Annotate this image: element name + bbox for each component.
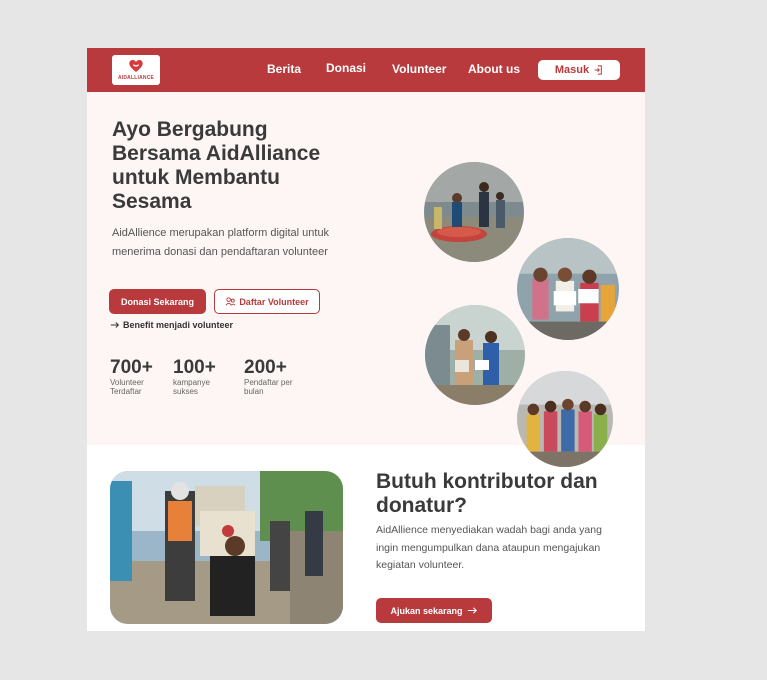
volunteers-carrying-boxes-photo (110, 471, 343, 624)
donate-now-button[interactable]: Donasi Sekarang (109, 289, 206, 314)
landing-page: AIDALLIANCE Berita Donasi Volunteer Abou… (87, 48, 645, 631)
arrow-right-icon (110, 322, 120, 328)
stat-label: Volunteer Terdaftar (110, 378, 144, 396)
stat-campaigns: 100+ kampanye sukses (173, 357, 228, 397)
stat-volunteers: 700+ Volunteer Terdaftar (110, 357, 160, 397)
nav-link-volunteer[interactable]: Volunteer (392, 62, 446, 76)
benefit-link[interactable]: Benefit menjadi volunteer (110, 320, 233, 330)
navbar: AIDALLIANCE Berita Donasi Volunteer Abou… (87, 48, 645, 92)
stat-label: kampanye sukses (173, 378, 210, 396)
nav-link-donasi[interactable]: Donasi (326, 61, 366, 75)
apply-now-button[interactable]: Ajukan sekarang (376, 598, 492, 623)
nav-link-about[interactable]: About us (468, 62, 520, 76)
heart-logo-icon (129, 60, 143, 72)
apply-now-label: Ajukan sekarang (390, 605, 463, 616)
benefit-link-label: Benefit menjadi volunteer (123, 320, 234, 330)
hero-section: Ayo Bergabung Bersama AidAlliance untuk … (87, 92, 645, 467)
logo[interactable]: AIDALLIANCE (112, 55, 160, 85)
children-group-photo (517, 371, 613, 467)
login-icon (594, 65, 602, 75)
login-button[interactable]: Masuk (538, 60, 620, 80)
stat-value: 200+ (244, 357, 287, 378)
stat-value: 700+ (110, 357, 153, 378)
flood-rescue-photo (424, 162, 524, 262)
users-icon (225, 297, 236, 306)
register-volunteer-button[interactable]: Daftar Volunteer (214, 289, 320, 314)
login-button-label: Masuk (554, 64, 590, 76)
children-photo (517, 238, 619, 340)
contributor-description: AidAllience menyediakan wadah bagi anda … (376, 524, 602, 571)
stat-registrants: 200+ Pendaftar per bulan (244, 357, 294, 397)
contributor-title: Butuh kontributor dan donatur? (376, 470, 598, 517)
nav-link-berita[interactable]: Berita (267, 62, 301, 76)
arrow-right-icon (467, 607, 477, 614)
hero-title: Ayo Bergabung Bersama AidAlliance untuk … (112, 118, 321, 213)
aid-distribution-photo (425, 305, 525, 405)
stat-value: 100+ (173, 357, 216, 378)
stat-label: Pendaftar per bulan (244, 378, 293, 396)
hero-description: AidAllience merupakan platform digital u… (112, 227, 330, 258)
register-volunteer-label: Daftar Volunteer (239, 296, 309, 307)
logo-text: AIDALLIANCE (117, 75, 155, 81)
